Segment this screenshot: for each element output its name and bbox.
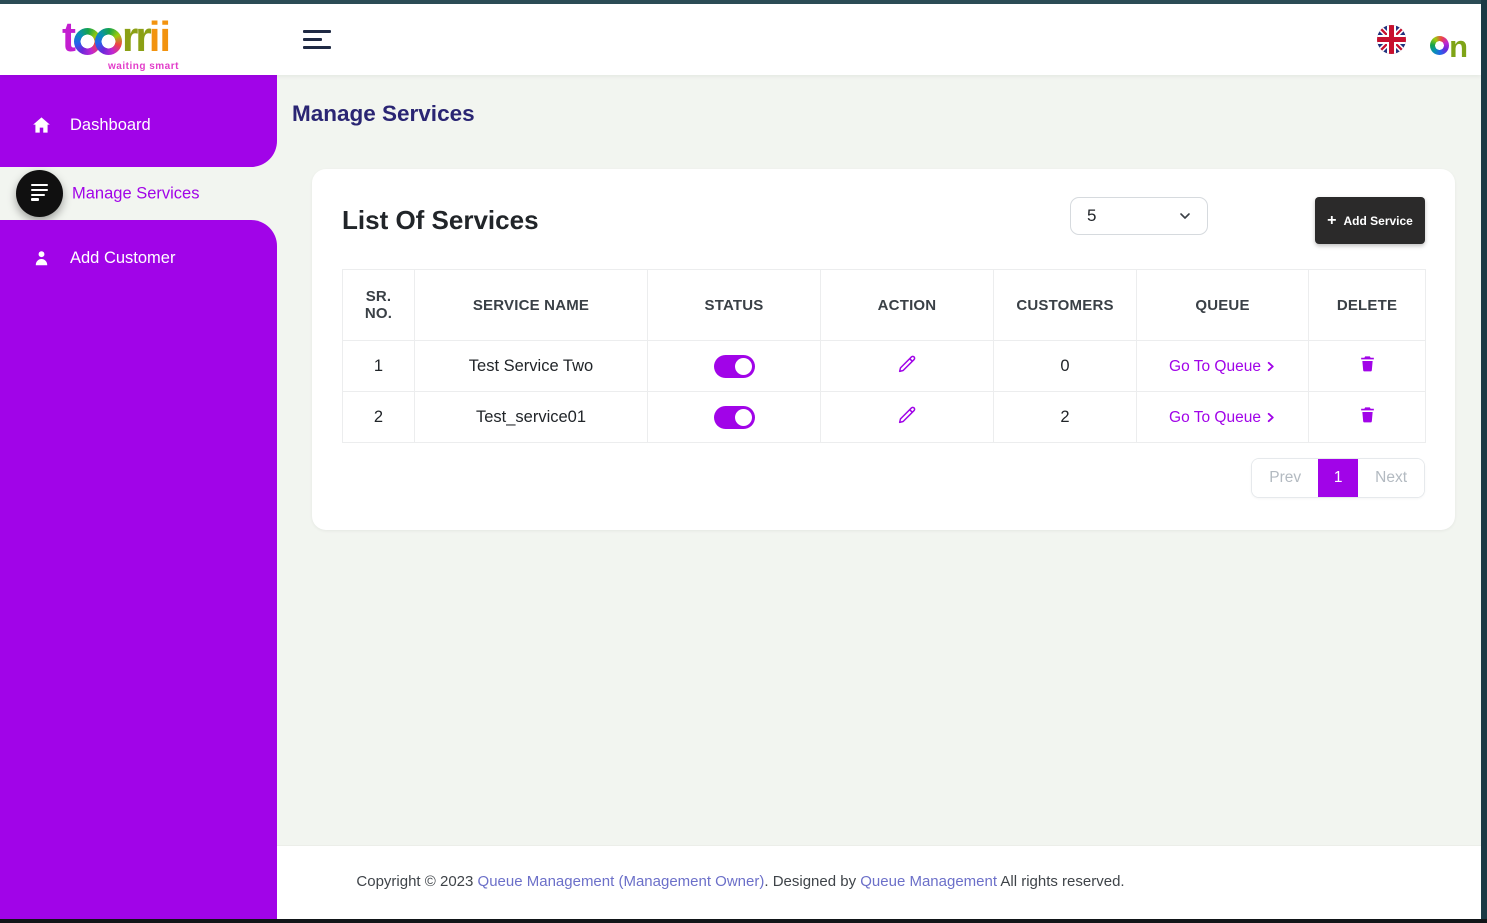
col-header-srno: SR. NO. xyxy=(343,270,415,341)
cell-customers: 0 xyxy=(994,341,1137,392)
add-service-button[interactable]: + Add Service xyxy=(1315,197,1425,244)
pagination-prev-button[interactable]: Prev xyxy=(1252,459,1318,497)
footer-link-queue-management[interactable]: Queue Management xyxy=(860,873,997,890)
col-header-service-name: SERVICE NAME xyxy=(415,270,648,341)
sidebar-item-label: Dashboard xyxy=(70,116,151,135)
uk-flag-icon[interactable] xyxy=(1377,25,1406,54)
pagination-page-1[interactable]: 1 xyxy=(1318,459,1358,497)
window-frame-bottom xyxy=(0,919,1487,923)
home-icon xyxy=(30,115,52,135)
go-to-queue-link[interactable]: Go To Queue xyxy=(1169,358,1276,376)
hamburger-menu-icon[interactable] xyxy=(303,30,333,52)
window-frame-top xyxy=(0,0,1487,4)
col-header-customers: CUSTOMERS xyxy=(994,270,1137,341)
hamburger-bar xyxy=(303,46,331,49)
cell-action xyxy=(821,341,994,392)
services-table: SR. NO. SERVICE NAME STATUS ACTION CUSTO… xyxy=(342,269,1426,443)
toggle-knob xyxy=(735,358,752,375)
footer-link-management-owner[interactable]: Queue Management (Management Owner) xyxy=(478,873,765,890)
cell-service-name: Test Service Two xyxy=(415,341,648,392)
cell-queue: Go To Queue xyxy=(1137,392,1309,443)
logo-ring-icon xyxy=(95,28,122,55)
col-header-action: ACTION xyxy=(821,270,994,341)
cell-srno: 2 xyxy=(343,392,415,443)
main-content: Manage Services List Of Services 5 + Add… xyxy=(277,75,1481,919)
toorrii-logo-text: t rr ii xyxy=(62,12,222,56)
active-item-circle xyxy=(16,170,63,217)
chevron-down-icon xyxy=(1177,208,1193,224)
cell-customers: 2 xyxy=(994,392,1137,443)
person-icon xyxy=(30,248,52,268)
mini-logo-letter-n: n xyxy=(1449,34,1467,60)
logo-letter-ii: ii xyxy=(149,18,170,56)
toorrii-logo[interactable]: t rr ii waiting smart xyxy=(62,12,222,70)
sidebar-item-manage-services[interactable]: Manage Services xyxy=(0,167,277,220)
sidebar-item-dashboard[interactable]: Dashboard xyxy=(0,99,277,151)
cell-action xyxy=(821,392,994,443)
col-header-queue: QUEUE xyxy=(1137,270,1309,341)
col-header-status: STATUS xyxy=(648,270,821,341)
toggle-knob xyxy=(735,409,752,426)
copyright-text: Copyright © 2023 xyxy=(356,873,473,890)
table-row: 1 Test Service Two 0 Go To Queue xyxy=(343,341,1426,392)
pagination: Prev 1 Next xyxy=(1251,458,1425,498)
page-title: Manage Services xyxy=(292,101,475,127)
go-to-queue-link[interactable]: Go To Queue xyxy=(1169,409,1276,427)
chevron-right-icon xyxy=(1265,361,1276,372)
sidebar: Dashboard Manage Services Add Customer xyxy=(0,75,277,919)
status-toggle[interactable] xyxy=(714,406,755,429)
cell-queue: Go To Queue xyxy=(1137,341,1309,392)
cell-delete xyxy=(1309,341,1426,392)
logo-letter-t: t xyxy=(62,18,74,56)
card-header: List Of Services 5 + Add Service xyxy=(342,197,1425,259)
table-row: 2 Test_service01 2 Go To Queue xyxy=(343,392,1426,443)
page-size-select[interactable]: 5 xyxy=(1070,197,1208,235)
queue-link-label: Go To Queue xyxy=(1169,409,1261,427)
page-size-value: 5 xyxy=(1087,206,1177,226)
logo-tagline: waiting smart xyxy=(108,61,179,72)
topbar-right-icons: n xyxy=(1377,4,1467,75)
pagination-next-button[interactable]: Next xyxy=(1358,459,1424,497)
hamburger-bar xyxy=(303,38,322,41)
col-header-delete: DELETE xyxy=(1309,270,1426,341)
window-frame-right xyxy=(1481,0,1487,923)
cell-delete xyxy=(1309,392,1426,443)
edit-pencil-icon[interactable] xyxy=(897,353,918,374)
sidebar-item-add-customer[interactable]: Add Customer xyxy=(0,232,277,284)
sidebar-item-label: Manage Services xyxy=(72,184,199,203)
cell-srno: 1 xyxy=(343,341,415,392)
services-card: List Of Services 5 + Add Service SR. NO. xyxy=(312,169,1455,530)
top-bar: t rr ii waiting smart n xyxy=(0,4,1481,75)
sidebar-item-label: Add Customer xyxy=(70,249,175,268)
table-header-row: SR. NO. SERVICE NAME STATUS ACTION CUSTO… xyxy=(343,270,1426,341)
status-toggle[interactable] xyxy=(714,355,755,378)
card-title: List Of Services xyxy=(342,205,539,236)
edit-pencil-icon[interactable] xyxy=(897,404,918,425)
sidebar-segment-top: Dashboard xyxy=(0,75,277,167)
hamburger-bar xyxy=(303,30,331,33)
on-mini-logo[interactable]: n xyxy=(1430,20,1467,60)
plus-icon: + xyxy=(1327,213,1336,229)
trash-icon[interactable] xyxy=(1358,353,1377,374)
chevron-right-icon xyxy=(1265,412,1276,423)
rights-reserved-text: All rights reserved. xyxy=(1000,873,1124,890)
list-icon xyxy=(31,184,48,204)
queue-link-label: Go To Queue xyxy=(1169,358,1261,376)
cell-service-name: Test_service01 xyxy=(415,392,648,443)
trash-icon[interactable] xyxy=(1358,404,1377,425)
cell-status xyxy=(648,392,821,443)
sidebar-segment-bottom: Add Customer xyxy=(0,220,277,919)
add-service-label: Add Service xyxy=(1343,214,1412,228)
footer-middle-text: . Designed by xyxy=(764,873,856,890)
cell-status xyxy=(648,341,821,392)
logo-letter-rr: rr xyxy=(122,18,149,56)
mini-logo-ring-icon xyxy=(1430,36,1449,55)
